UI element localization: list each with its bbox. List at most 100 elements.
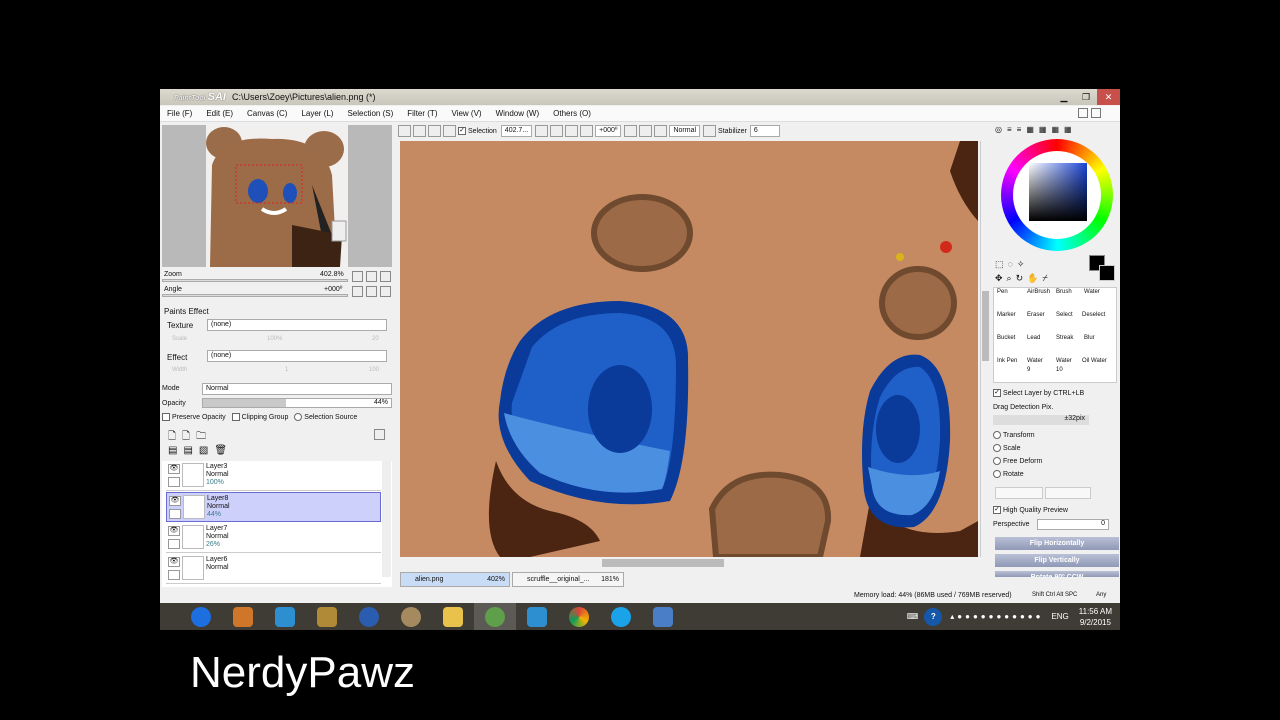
zoom-in-button[interactable] [366,271,377,282]
magic-wand-icon[interactable]: ✧ [1017,259,1025,270]
perspective-field[interactable]: 0 [1037,519,1109,530]
lasso-icon[interactable]: ◌ [1008,259,1013,270]
color-wheel-tab-icon[interactable]: ◎ [995,125,1002,134]
drag-detection-slider[interactable]: ±32pix [993,415,1089,425]
chrome-icon[interactable] [558,603,600,630]
app-blue-2-icon[interactable] [516,603,558,630]
tray-icons[interactable]: ▴●●●●●●●●●●● [950,612,1043,621]
skype-icon[interactable] [600,603,642,630]
angle-slider[interactable] [162,294,348,297]
select-layer-checkbox[interactable]: ✓ [993,389,1001,397]
layer-row[interactable]: 👁 Layer6 Normal [166,554,381,584]
mdi-minimize-button[interactable] [1078,108,1088,118]
app-blue-icon[interactable] [264,603,306,630]
zoom-icon[interactable]: ⌕ [1007,273,1012,284]
tool-brush[interactable]: Brush [1056,289,1086,295]
selection-source-radio[interactable] [294,413,303,421]
clipping-group-checkbox[interactable] [231,413,240,421]
tool-ink-pen[interactable]: Ink Pen [997,358,1027,364]
itunes-icon[interactable] [180,603,222,630]
paints-effect-header[interactable]: Paints Effect [164,307,209,316]
selection-checkbox[interactable]: ✓ [458,127,466,135]
zoom-fit-icon[interactable] [565,125,579,137]
opacity-slider[interactable] [202,398,392,408]
rotate-reset-button[interactable] [380,286,391,297]
extra-tab-icon[interactable]: ▦ [1064,125,1072,134]
transform-cancel-button[interactable] [1045,487,1091,499]
file-explorer-icon[interactable] [432,603,474,630]
redo-button[interactable] [428,125,441,137]
transform-ok-button[interactable] [995,487,1043,499]
palette-tab-icon[interactable]: ▦ [1051,125,1059,134]
color-wheel[interactable] [1001,139,1113,251]
menu-layer[interactable]: Layer (L) [301,109,333,118]
visibility-eye-icon[interactable]: 👁 [169,496,181,506]
flip-canvas-icon[interactable] [703,125,717,137]
texture-select[interactable]: (none) [207,319,387,331]
tab-alien[interactable]: alien.png 402% [400,572,510,587]
flip-vertically-button[interactable]: Flip Vertically [995,554,1119,567]
tab-scruffle[interactable]: scruffle__original_... 181% [512,572,624,587]
zoom-field[interactable]: 402.7... [500,125,533,137]
delete-layer-icon[interactable]: 🗑 [214,445,227,456]
rotate-left-button[interactable] [352,286,363,297]
language-indicator[interactable]: ENG [1051,612,1068,621]
layer-row[interactable]: 👁 Layer3 Normal 100% [166,461,381,491]
transfer-down-icon[interactable]: ▤ [168,445,177,456]
saturation-value-square[interactable] [1029,163,1087,221]
menu-view[interactable]: View (V) [451,109,481,118]
rotate-reset-icon[interactable] [654,125,668,137]
move-icon[interactable]: ✥ [995,273,1003,284]
help-icon[interactable]: ? [924,607,943,626]
keyboard-icon[interactable]: ⌨ [907,612,919,621]
hsv-slider-tab-icon[interactable]: ≡ [1017,125,1022,134]
hq-preview-checkbox[interactable]: ✓ [993,506,1001,514]
secondary-color-swatch[interactable] [1099,265,1115,281]
menu-file[interactable]: File (F) [167,109,192,118]
clear-layer-icon[interactable]: ▧ [199,445,208,456]
title-bar[interactable]: PaintTool SAI C:\Users\Zoey\Pictures\alie… [160,89,1120,105]
menu-filter[interactable]: Filter (T) [407,109,437,118]
layer-lock-box[interactable] [168,570,180,580]
zoom-in-icon[interactable] [550,125,564,137]
layer-lock-box[interactable] [168,539,180,549]
layer-list-scrollbar[interactable] [382,461,391,577]
tool-deselect[interactable]: Deselect [1082,312,1112,318]
layer-row[interactable]: 👁 Layer7 Normal 26% [166,523,381,553]
tool-eraser[interactable]: Eraser [1027,312,1057,318]
blend-mode-select[interactable]: Normal [202,383,392,395]
rect-select-icon[interactable]: ⬚ [995,259,1004,270]
effect-select[interactable]: (none) [207,350,387,362]
deselect-button[interactable] [443,125,456,137]
preserve-opacity-checkbox[interactable] [162,413,170,421]
menu-selection[interactable]: Selection (S) [347,109,393,118]
zoom-actual-icon[interactable] [580,125,594,137]
clock[interactable]: 11:56 AM 9/2/2015 [1079,606,1112,628]
layer-row-selected[interactable]: 👁 Layer8 Normal 44% [166,492,381,522]
free-deform-radio[interactable] [993,457,1001,465]
mdi-close-button[interactable] [1091,108,1101,118]
avast-icon[interactable] [348,603,390,630]
zoom-out-icon[interactable] [535,125,549,137]
close-button[interactable]: ✕ [1097,89,1120,105]
scratchpad-tab-icon[interactable]: ▦ [1039,125,1047,134]
artrage-icon[interactable] [222,603,264,630]
minimize-button[interactable]: ▁ [1053,89,1075,105]
tool-blur[interactable]: Blur [1084,335,1114,341]
rotate-cw-icon[interactable] [639,125,653,137]
pen-edit-icon[interactable] [169,509,181,519]
menu-canvas[interactable]: Canvas (C) [247,109,287,118]
menu-window[interactable]: Window (W) [496,109,540,118]
canvas-vertical-scrollbar[interactable] [980,141,990,557]
tool-bucket[interactable]: Bucket [997,335,1027,341]
rotate-icon[interactable]: ↻ [1016,273,1024,284]
paint-palette-icon[interactable] [390,603,432,630]
swatches-tab-icon[interactable]: ▦ [1026,125,1034,134]
zoom-reset-button[interactable] [380,271,391,282]
rotate-ccw-icon[interactable] [624,125,638,137]
layer-lock-box[interactable] [168,477,180,487]
canvas-horizontal-scrollbar[interactable] [400,558,978,568]
rotate-right-button[interactable] [366,286,377,297]
new-layer-icon[interactable]: 🗋 [168,429,176,446]
visibility-eye-icon[interactable]: 👁 [168,526,180,536]
